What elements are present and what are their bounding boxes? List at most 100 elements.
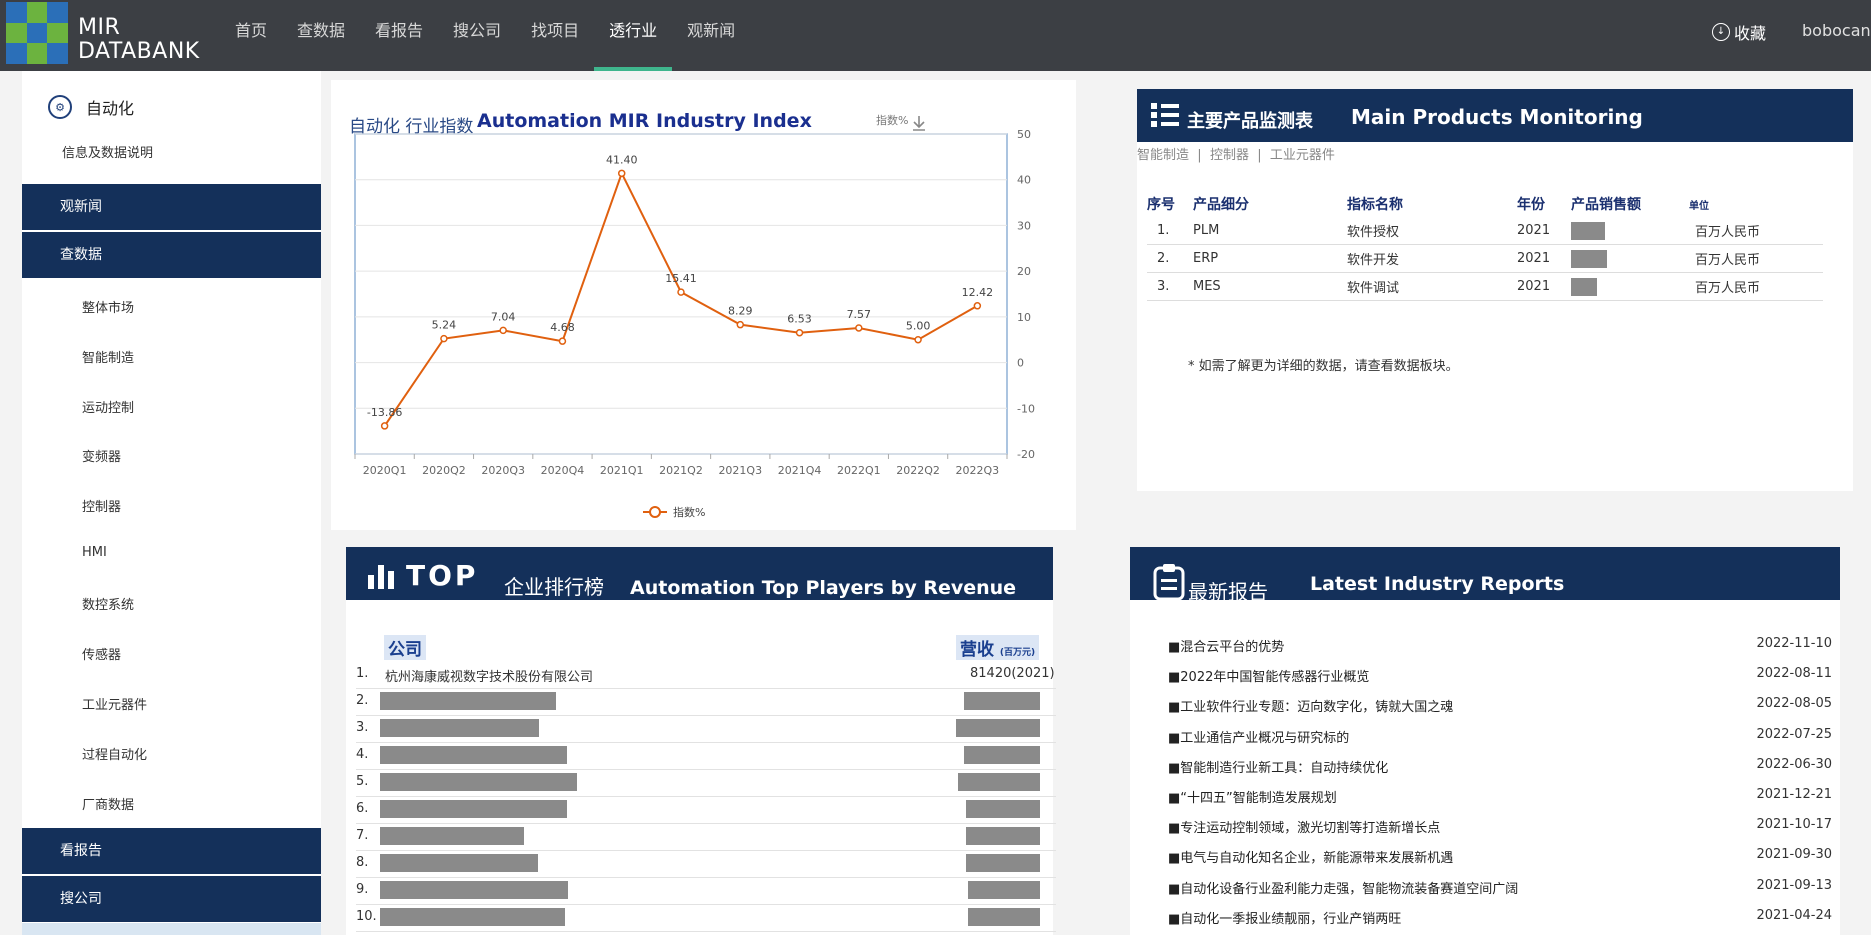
rank-number: 3. xyxy=(356,720,369,735)
data-label: 7.57 xyxy=(847,308,872,321)
favorites-button[interactable]: ↓ 收藏 xyxy=(1712,20,1766,44)
top-player-row[interactable]: 9. xyxy=(356,877,1056,905)
company-name-redacted xyxy=(380,746,567,764)
sidebar-item-hmi[interactable]: HMI xyxy=(82,545,107,560)
category-controller[interactable]: 控制器 xyxy=(1210,148,1249,163)
top-player-row[interactable]: 1. 杭州海康威视数字技术股份有限公司 81420(2021) xyxy=(356,661,1056,689)
sidebar-item-market[interactable]: 整体市场 xyxy=(82,297,134,316)
x-tick-label: 2020Q1 xyxy=(363,464,407,477)
report-title[interactable]: ■自动化设备行业盈利能力走强，智能物流装备赛道空间广阔 xyxy=(1168,878,1518,897)
user-name: bobocan xyxy=(1802,21,1871,40)
sidebar-section-companies[interactable]: 搜公司 xyxy=(22,876,321,922)
sidebar-item-vendor-data[interactable]: 厂商数据 xyxy=(82,794,134,813)
products-header: 主要产品监测表 Main Products Monitoring xyxy=(1137,89,1853,142)
top-player-row[interactable]: 10. xyxy=(356,904,1056,932)
reports-card: 最新报告 Latest Industry Reports ■混合云平台的优势 20… xyxy=(1130,547,1840,935)
report-title[interactable]: ■2022年中国智能传感器行业概览 xyxy=(1168,666,1369,685)
report-date: 2021-12-21 xyxy=(1756,787,1832,802)
nav-home[interactable]: 首页 xyxy=(220,0,282,71)
top-player-row[interactable]: 8. xyxy=(356,850,1056,878)
report-item[interactable]: ■工业通信产业概况与研究标的 2022-07-25 xyxy=(1162,721,1832,751)
user-menu[interactable]: bobocan ▾ xyxy=(1802,21,1871,40)
sidebar-item-motion-control[interactable]: 运动控制 xyxy=(82,397,134,416)
top-player-row[interactable]: 7. xyxy=(356,823,1056,851)
nav-projects[interactable]: 找项目 xyxy=(516,0,594,71)
sidebar-item-components[interactable]: 工业元器件 xyxy=(82,694,147,713)
category-components[interactable]: 工业元器件 xyxy=(1270,148,1335,163)
sidebar-item-controller[interactable]: 控制器 xyxy=(82,496,121,515)
sidebar-item-inverter[interactable]: 变频器 xyxy=(82,446,121,465)
top-player-row[interactable]: 6. xyxy=(356,796,1056,824)
report-date: 2021-04-24 xyxy=(1756,907,1832,923)
company-name-redacted xyxy=(380,908,565,926)
x-tick-label: 2020Q3 xyxy=(481,464,525,477)
company-name-redacted xyxy=(380,800,567,818)
data-label: 4.68 xyxy=(550,321,575,334)
nav-data[interactable]: 查数据 xyxy=(282,0,360,71)
row-segment: PLM xyxy=(1193,217,1347,245)
table-row: 3. MES 软件调试 2021 百万人民币 xyxy=(1147,272,1823,301)
sidebar-item-cnc[interactable]: 数控系统 xyxy=(82,594,134,613)
report-title[interactable]: ■混合云平台的优势 xyxy=(1168,636,1284,655)
nav-news[interactable]: 观新闻 xyxy=(672,0,750,71)
sidebar-item-smart-manufacturing[interactable]: 智能制造 xyxy=(82,347,134,366)
report-item[interactable]: ■专注运动控制领域，激光切割等打造新增长点 2021-10-17 xyxy=(1162,811,1832,841)
sidebar-item-process-automation[interactable]: 过程自动化 xyxy=(82,744,147,763)
y-tick-label: 0 xyxy=(1017,357,1024,370)
top-player-row[interactable]: 5. xyxy=(356,769,1056,797)
col-metric: 指标名称 xyxy=(1347,197,1403,213)
rank-number: 6. xyxy=(356,801,369,816)
report-date: 2022-07-25 xyxy=(1756,726,1832,742)
report-title[interactable]: ■“十四五”智能制造发展规划 xyxy=(1168,787,1337,806)
top-players-card: TOP 企业排行榜 Automation Top Players by Reve… xyxy=(346,547,1056,935)
nav-reports[interactable]: 看报告 xyxy=(360,0,438,71)
report-item[interactable]: ■“十四五”智能制造发展规划 2021-12-21 xyxy=(1162,781,1832,811)
top-player-row[interactable]: 2. xyxy=(356,688,1056,716)
top-player-row[interactable]: 4. xyxy=(356,742,1056,770)
nav-industry[interactable]: 透行业 xyxy=(594,0,673,71)
report-item[interactable]: ■电气与自动化知名企业，新能源带来发展新机遇 2021-09-30 xyxy=(1162,841,1832,871)
data-point xyxy=(499,326,507,335)
data-label: 8.29 xyxy=(728,305,753,318)
sidebar-item-sensor[interactable]: 传感器 xyxy=(82,644,121,663)
report-date: 2022-11-10 xyxy=(1756,636,1832,651)
revenue-redacted xyxy=(958,773,1040,791)
data-label: 15.41 xyxy=(665,272,697,285)
col-company-header: 公司 xyxy=(384,635,426,660)
report-date: 2022-08-11 xyxy=(1756,666,1832,682)
report-item[interactable]: ■工业软件行业专题：迈向数字化，铸就大国之魂 2022-08-05 xyxy=(1162,690,1832,720)
nav-companies[interactable]: 搜公司 xyxy=(438,0,516,71)
sidebar-section-data[interactable]: 查数据 xyxy=(22,232,321,278)
report-date: 2022-08-05 xyxy=(1756,696,1832,712)
row-metric: 软件开发 xyxy=(1347,244,1517,273)
x-tick-label: 2021Q4 xyxy=(778,464,822,477)
clipboard-icon xyxy=(1153,564,1185,601)
report-item[interactable]: ■混合云平台的优势 2022-11-10 xyxy=(1162,630,1832,660)
download-circle-icon: ↓ xyxy=(1712,23,1730,41)
report-title[interactable]: ■工业软件行业专题：迈向数字化，铸就大国之魂 xyxy=(1168,696,1453,715)
report-title[interactable]: ■自动化一季报业绩靓丽，行业产销两旺 xyxy=(1168,908,1401,927)
row-sales-redacted xyxy=(1571,272,1689,301)
reports-title-cn: 最新报告 xyxy=(1188,580,1268,604)
sidebar: ⚙ 自动化 信息及数据说明 观新闻 查数据 整体市场 智能制造 运动控制 变频器… xyxy=(22,71,321,935)
report-item[interactable]: ■自动化设备行业盈利能力走强，智能物流装备赛道空间广阔 2021-09-13 xyxy=(1162,872,1832,902)
sidebar-section-news[interactable]: 观新闻 xyxy=(22,184,321,230)
sidebar-section-reports[interactable]: 看报告 xyxy=(22,828,321,874)
report-title[interactable]: ■专注运动控制领域，激光切割等打造新增长点 xyxy=(1168,817,1440,836)
report-title[interactable]: ■智能制造行业新工具：自动持续优化 xyxy=(1168,757,1388,776)
top-players-header: TOP 企业排行榜 Automation Top Players by Reve… xyxy=(346,547,1053,600)
info-link[interactable]: 信息及数据说明 xyxy=(62,142,153,161)
report-title[interactable]: ■电气与自动化知名企业，新能源带来发展新机遇 xyxy=(1168,847,1453,866)
company-name[interactable]: 杭州海康威视数字技术股份有限公司 xyxy=(385,666,593,685)
report-item[interactable]: ■智能制造行业新工具：自动持续优化 2022-06-30 xyxy=(1162,751,1832,781)
sidebar-industry-header[interactable]: ⚙ 自动化 xyxy=(48,95,134,119)
y-tick-label: -10 xyxy=(1017,402,1035,415)
report-item[interactable]: ■自动化一季报业绩靓丽，行业产销两旺 2021-04-24 xyxy=(1162,902,1832,932)
row-unit: 百万人民币 xyxy=(1689,217,1823,245)
mir-databank-logo[interactable]: MIR DATABANK xyxy=(6,2,202,68)
data-point xyxy=(617,169,626,178)
report-item[interactable]: ■2022年中国智能传感器行业概览 2022-08-11 xyxy=(1162,660,1832,690)
top-player-row[interactable]: 3. xyxy=(356,715,1056,743)
report-title[interactable]: ■工业通信产业概况与研究标的 xyxy=(1168,727,1349,746)
category-smart-manufacturing[interactable]: 智能制造 xyxy=(1137,148,1189,163)
